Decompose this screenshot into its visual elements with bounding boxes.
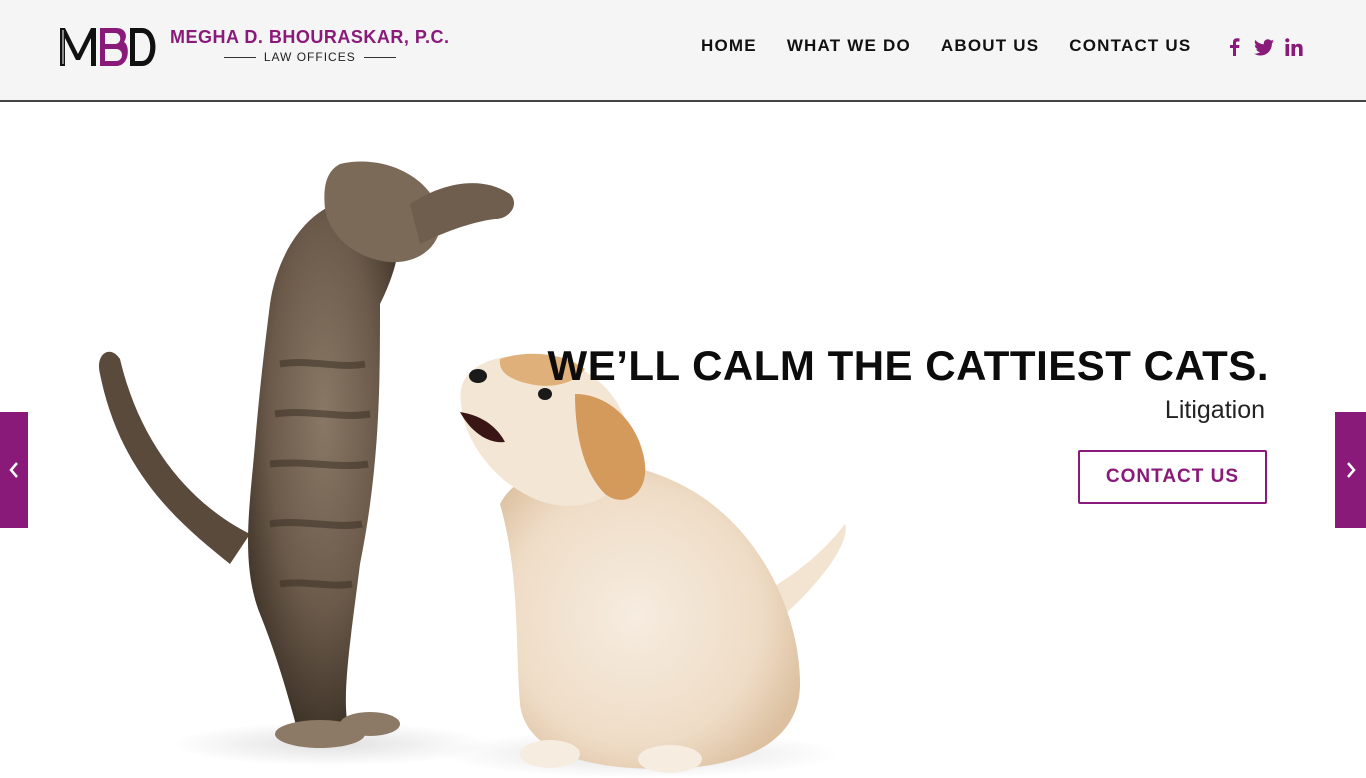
- chevron-left-icon: [9, 462, 18, 478]
- site-logo[interactable]: MEGHA D. BHOURASKAR, P.C. LAW OFFICES: [56, 26, 450, 68]
- hero-image: [99, 161, 846, 778]
- main-nav: HOME WHAT WE DO ABOUT US CONTACT US: [701, 36, 1221, 56]
- contact-us-button[interactable]: CONTACT US: [1078, 450, 1267, 504]
- logo-mark: [60, 28, 156, 66]
- divider: [223, 56, 256, 58]
- hero-subheadline: Litigation: [1164, 396, 1265, 424]
- nav-contact-us[interactable]: CONTACT US: [1069, 36, 1191, 56]
- nav-what-we-do[interactable]: WHAT WE DO: [787, 36, 911, 56]
- nav-home[interactable]: HOME: [701, 36, 757, 56]
- slider-next-button[interactable]: [1335, 412, 1366, 528]
- facebook-icon[interactable]: [1224, 36, 1244, 58]
- nav-about-us[interactable]: ABOUT US: [941, 36, 1039, 56]
- hero-slider: WE’LL CALM THE CATTIEST CATS. Litigation…: [0, 104, 1366, 778]
- brand-subtitle: LAW OFFICES: [223, 50, 396, 64]
- divider: [363, 56, 396, 58]
- site-header: MEGHA D. BHOURASKAR, P.C. LAW OFFICES HO…: [0, 0, 1366, 102]
- linkedin-icon[interactable]: [1284, 36, 1304, 58]
- social-links: [1224, 36, 1314, 58]
- hero-headline: WE’LL CALM THE CATTIEST CATS.: [547, 342, 1269, 389]
- slider-prev-button[interactable]: [0, 412, 28, 528]
- brand-subtitle-text: LAW OFFICES: [263, 50, 356, 64]
- chevron-right-icon: [1346, 462, 1356, 478]
- twitter-icon[interactable]: [1254, 36, 1274, 58]
- brand-name: MEGHA D. BHOURASKAR, P.C.: [170, 27, 450, 47]
